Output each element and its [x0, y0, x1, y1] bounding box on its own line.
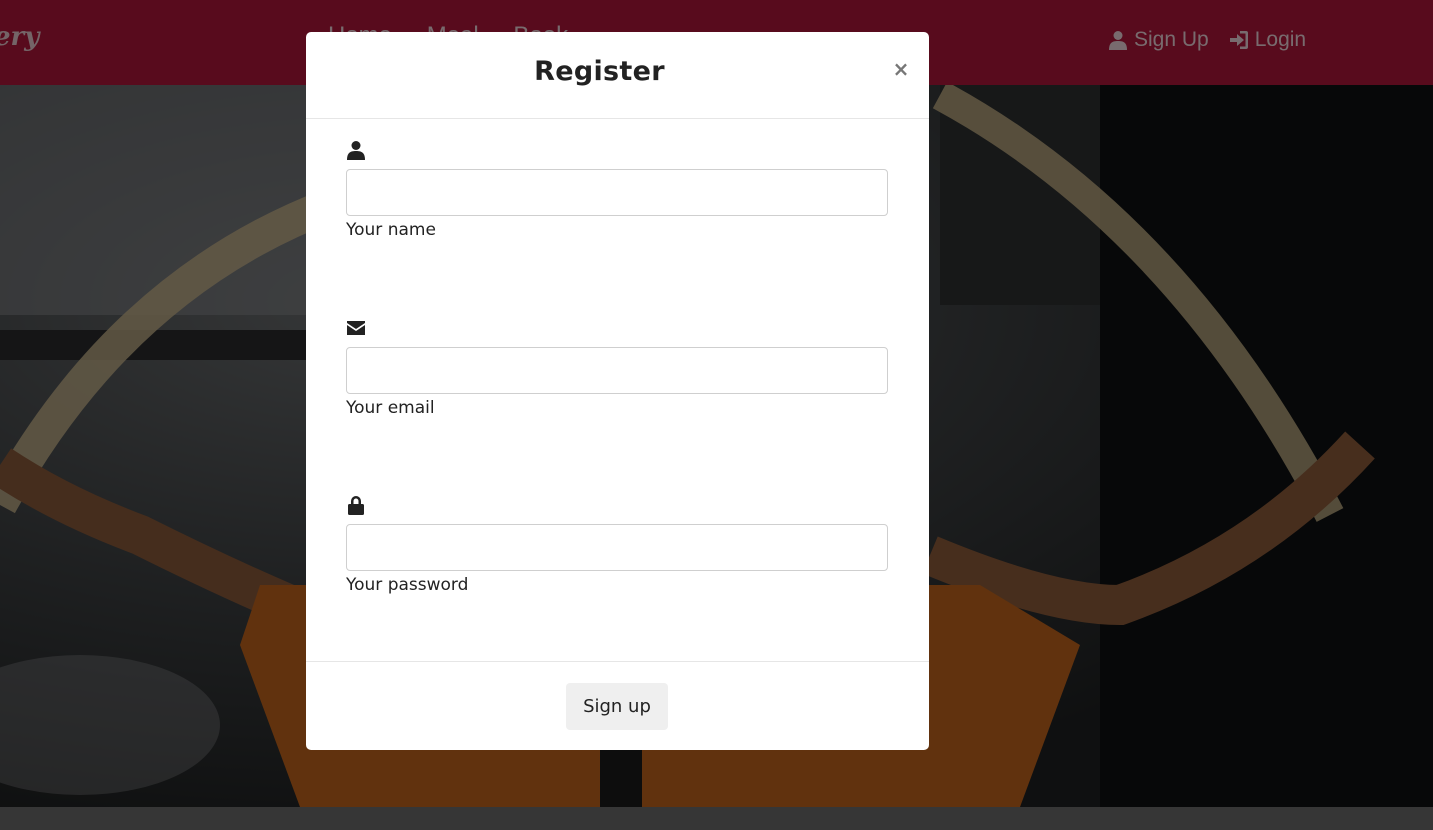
sign-up-button[interactable]: Sign up [566, 683, 668, 730]
modal-header: Register × [306, 32, 929, 119]
close-button[interactable]: × [890, 58, 912, 80]
modal-title: Register [534, 56, 665, 87]
user-icon [346, 140, 366, 160]
password-label: Your password [346, 575, 469, 595]
password-input[interactable] [346, 524, 888, 571]
name-input[interactable] [346, 169, 888, 216]
email-label: Your email [346, 398, 435, 418]
lock-icon [346, 495, 366, 515]
modal-footer: Sign up [306, 661, 929, 751]
register-modal: Register × Your name Your email Your pas… [306, 32, 929, 750]
email-input[interactable] [346, 347, 888, 394]
envelope-icon [346, 318, 366, 338]
name-label: Your name [346, 220, 436, 240]
